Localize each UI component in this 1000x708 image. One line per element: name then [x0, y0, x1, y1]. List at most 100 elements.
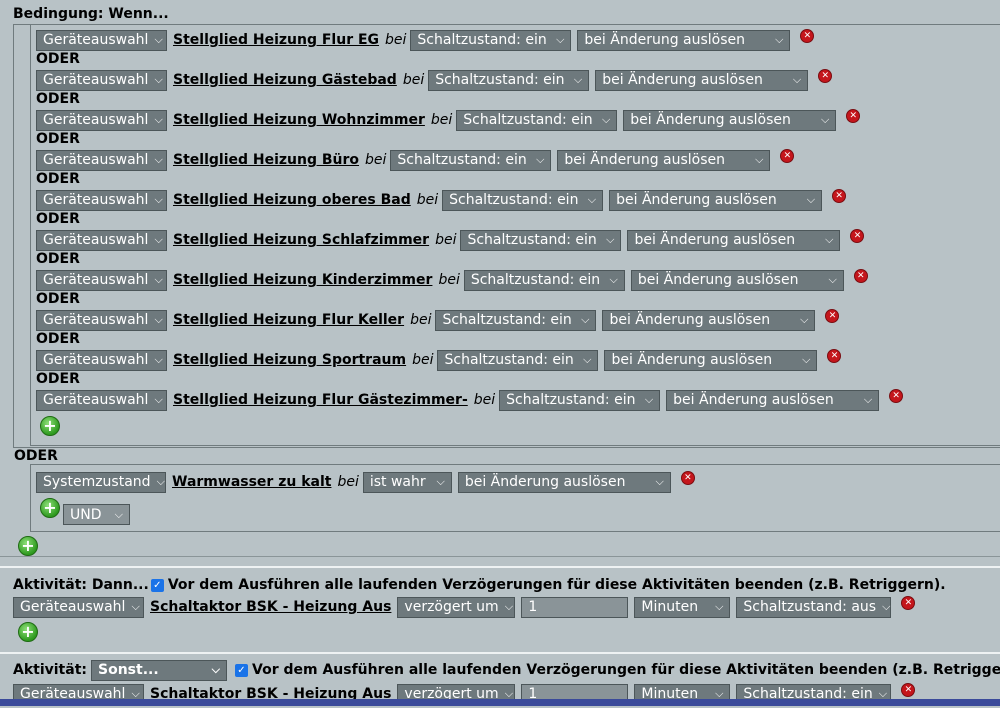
delay-value-input[interactable]: 1 — [521, 596, 629, 618]
delete-icon[interactable]: ✕ — [827, 349, 842, 363]
state-select[interactable]: Schaltzustand: ein ⌵ — [442, 189, 604, 211]
condition-row: Geräteauswahl ⌵ Stellglied Heizung Flur EG… — [36, 29, 815, 51]
device-type-select[interactable]: Geräteauswahl ⌵ — [36, 349, 167, 371]
device-link[interactable]: Stellglied Heizung Sportraum — [173, 352, 406, 368]
condition-heading: Bedingung: Wenn... — [13, 6, 169, 22]
delete-icon[interactable]: ✕ — [850, 229, 865, 243]
state-select[interactable]: Schaltzustand: ein ⌵ — [463, 269, 625, 291]
state-select[interactable]: Schaltzustand: ein ⌵ — [437, 349, 599, 371]
activity-else-header: Aktivität: Sonst... ⌵ ✓ Vor dem Ausführen… — [13, 659, 1000, 681]
system-type-select[interactable]: Systemzustand ⌵ — [36, 471, 166, 493]
device-type-select[interactable]: Geräteauswahl ⌵ — [36, 269, 167, 291]
trigger-select[interactable]: bei Änderung auslösen ⌵ — [595, 69, 809, 91]
system-state-select[interactable]: ist wahr ⌵ — [362, 471, 452, 493]
chevron-down-icon: ⌵ — [154, 193, 163, 206]
state-select[interactable]: Schaltzustand: ein ⌵ — [410, 29, 572, 51]
chevron-down-icon: ⌵ — [655, 475, 664, 488]
system-trigger-select[interactable]: bei Änderung auslösen ⌵ — [457, 471, 671, 493]
state-select[interactable]: Schaltzustand: ein ⌵ — [499, 389, 661, 411]
device-link[interactable]: Stellglied Heizung Büro — [173, 152, 359, 168]
chevron-down-icon: ⌵ — [154, 313, 163, 326]
delete-icon[interactable]: ✕ — [818, 69, 833, 83]
delete-icon[interactable]: ✕ — [780, 149, 795, 163]
device-type-select[interactable]: Geräteauswahl ⌵ — [36, 29, 167, 51]
trigger-select[interactable]: bei Änderung auslösen ⌵ — [609, 189, 823, 211]
delete-icon[interactable]: ✕ — [889, 389, 904, 403]
chevron-down-icon: ⌵ — [806, 193, 816, 206]
checkbox-checked-icon[interactable]: ✓ — [150, 578, 164, 592]
trigger-select[interactable]: bei Änderung auslösen ⌵ — [627, 229, 841, 251]
device-type-select[interactable]: Geräteauswahl ⌵ — [36, 229, 167, 251]
bei-label: bei — [365, 152, 387, 168]
delete-icon[interactable]: ✕ — [825, 309, 840, 323]
chevron-down-icon: ⌵ — [587, 193, 597, 206]
condition-row: Geräteauswahl ⌵ Stellglied Heizung oberes … — [36, 189, 847, 211]
state-select[interactable]: Schaltzustand: ein ⌵ — [428, 69, 590, 91]
bei-label: bei — [435, 232, 457, 248]
device-type-select[interactable]: Geräteauswahl ⌵ — [36, 189, 167, 211]
checkbox-checked-icon[interactable]: ✓ — [235, 663, 248, 677]
add-condition-icon[interactable]: + — [40, 416, 60, 436]
activity-type-select[interactable]: Geräteauswahl ⌵ — [13, 596, 144, 618]
bei-label: bei — [412, 352, 434, 368]
condition-row: Geräteauswahl ⌵ Stellglied Heizung Schlafz… — [36, 229, 865, 251]
state-select[interactable]: Schaltzustand: ein ⌵ — [435, 309, 597, 331]
stop-delays-label: Vor dem Ausführen alle laufenden Verzöge… — [167, 577, 946, 593]
trigger-select[interactable]: bei Änderung auslösen ⌵ — [630, 269, 844, 291]
delay-unit-select[interactable]: Minuten ⌵ — [634, 596, 731, 618]
activity-device-link[interactable]: Schaltaktor BSK - Heizung Aus — [150, 599, 391, 615]
delete-icon[interactable]: ✕ — [832, 189, 847, 203]
bei-label: bei — [410, 312, 432, 328]
activity-then-heading: Aktivität: Dann... — [13, 577, 149, 593]
trigger-select[interactable]: bei Änderung auslösen ⌵ — [623, 109, 837, 131]
trigger-select[interactable]: bei Änderung auslösen ⌵ — [666, 389, 880, 411]
condition-row: Geräteauswahl ⌵ Stellglied Heizung Sportra… — [36, 349, 842, 371]
trigger-select[interactable]: bei Änderung auslösen ⌵ — [602, 309, 816, 331]
trigger-select[interactable]: bei Änderung auslösen ⌵ — [577, 29, 791, 51]
device-link[interactable]: Stellglied Heizung Gästebad — [173, 72, 397, 88]
device-link[interactable]: Stellglied Heizung Wohnzimmer — [173, 112, 425, 128]
chevron-down-icon: ⌵ — [583, 353, 592, 366]
chevron-down-icon: ⌵ — [601, 113, 611, 126]
logic-select[interactable]: UND ⌵ — [63, 504, 130, 525]
delete-icon[interactable]: ✕ — [901, 596, 916, 610]
activity-state-select[interactable]: Schaltzustand: aus ⌵ — [736, 596, 892, 618]
delete-icon[interactable]: ✕ — [680, 471, 695, 485]
chevron-down-icon: ⌵ — [882, 600, 891, 613]
oder-label: ODER — [36, 211, 80, 227]
chevron-down-icon: ⌵ — [536, 153, 545, 166]
delete-icon[interactable]: ✕ — [846, 109, 861, 123]
chevron-down-icon: ⌵ — [606, 233, 615, 246]
device-link[interactable]: Stellglied Heizung Kinderzimmer — [173, 272, 432, 288]
chevron-down-icon: ⌵ — [504, 600, 514, 613]
device-type-select[interactable]: Geräteauswahl ⌵ — [36, 109, 167, 131]
device-type-select[interactable]: Geräteauswahl ⌵ — [36, 69, 167, 91]
delete-icon[interactable]: ✕ — [853, 269, 868, 283]
activity-mode-select[interactable]: Sonst... ⌵ — [91, 659, 227, 681]
activity-else-heading: Aktivität: — [13, 662, 87, 678]
device-link[interactable]: Stellglied Heizung Flur Gästezimmer- — [173, 392, 468, 408]
add-system-condition-icon[interactable]: + — [40, 498, 60, 518]
trigger-select[interactable]: bei Änderung auslösen ⌵ — [557, 149, 771, 171]
delay-select[interactable]: verzögert um ⌵ — [397, 596, 516, 618]
device-link[interactable]: Stellglied Heizung Flur Keller — [173, 312, 404, 328]
device-link[interactable]: Stellglied Heizung oberes Bad — [173, 192, 411, 208]
state-select[interactable]: Schaltzustand: ein ⌵ — [390, 149, 552, 171]
delete-icon[interactable]: ✕ — [800, 29, 815, 43]
device-link[interactable]: Stellglied Heizung Flur EG — [173, 32, 379, 48]
delete-icon[interactable]: ✕ — [901, 683, 916, 697]
device-type-select[interactable]: Geräteauswahl ⌵ — [36, 389, 167, 411]
system-device-link[interactable]: Warmwasser zu kalt — [172, 474, 331, 490]
add-activity-icon[interactable]: + — [18, 622, 38, 642]
activity-then-header: Aktivität: Dann... ✓ Vor dem Ausführen a… — [13, 574, 946, 596]
bei-label: bei — [337, 474, 359, 490]
bei-label: bei — [430, 112, 453, 128]
add-condition-group-icon[interactable]: + — [18, 536, 38, 556]
state-select[interactable]: Schaltzustand: ein ⌵ — [460, 229, 622, 251]
device-type-select[interactable]: Geräteauswahl ⌵ — [36, 149, 167, 171]
bei-label: bei — [402, 72, 425, 88]
trigger-select[interactable]: bei Änderung auslösen ⌵ — [604, 349, 818, 371]
state-select[interactable]: Schaltzustand: ein ⌵ — [456, 109, 618, 131]
device-type-select[interactable]: Geräteauswahl ⌵ — [36, 309, 167, 331]
device-link[interactable]: Stellglied Heizung Schlafzimmer — [173, 232, 429, 248]
